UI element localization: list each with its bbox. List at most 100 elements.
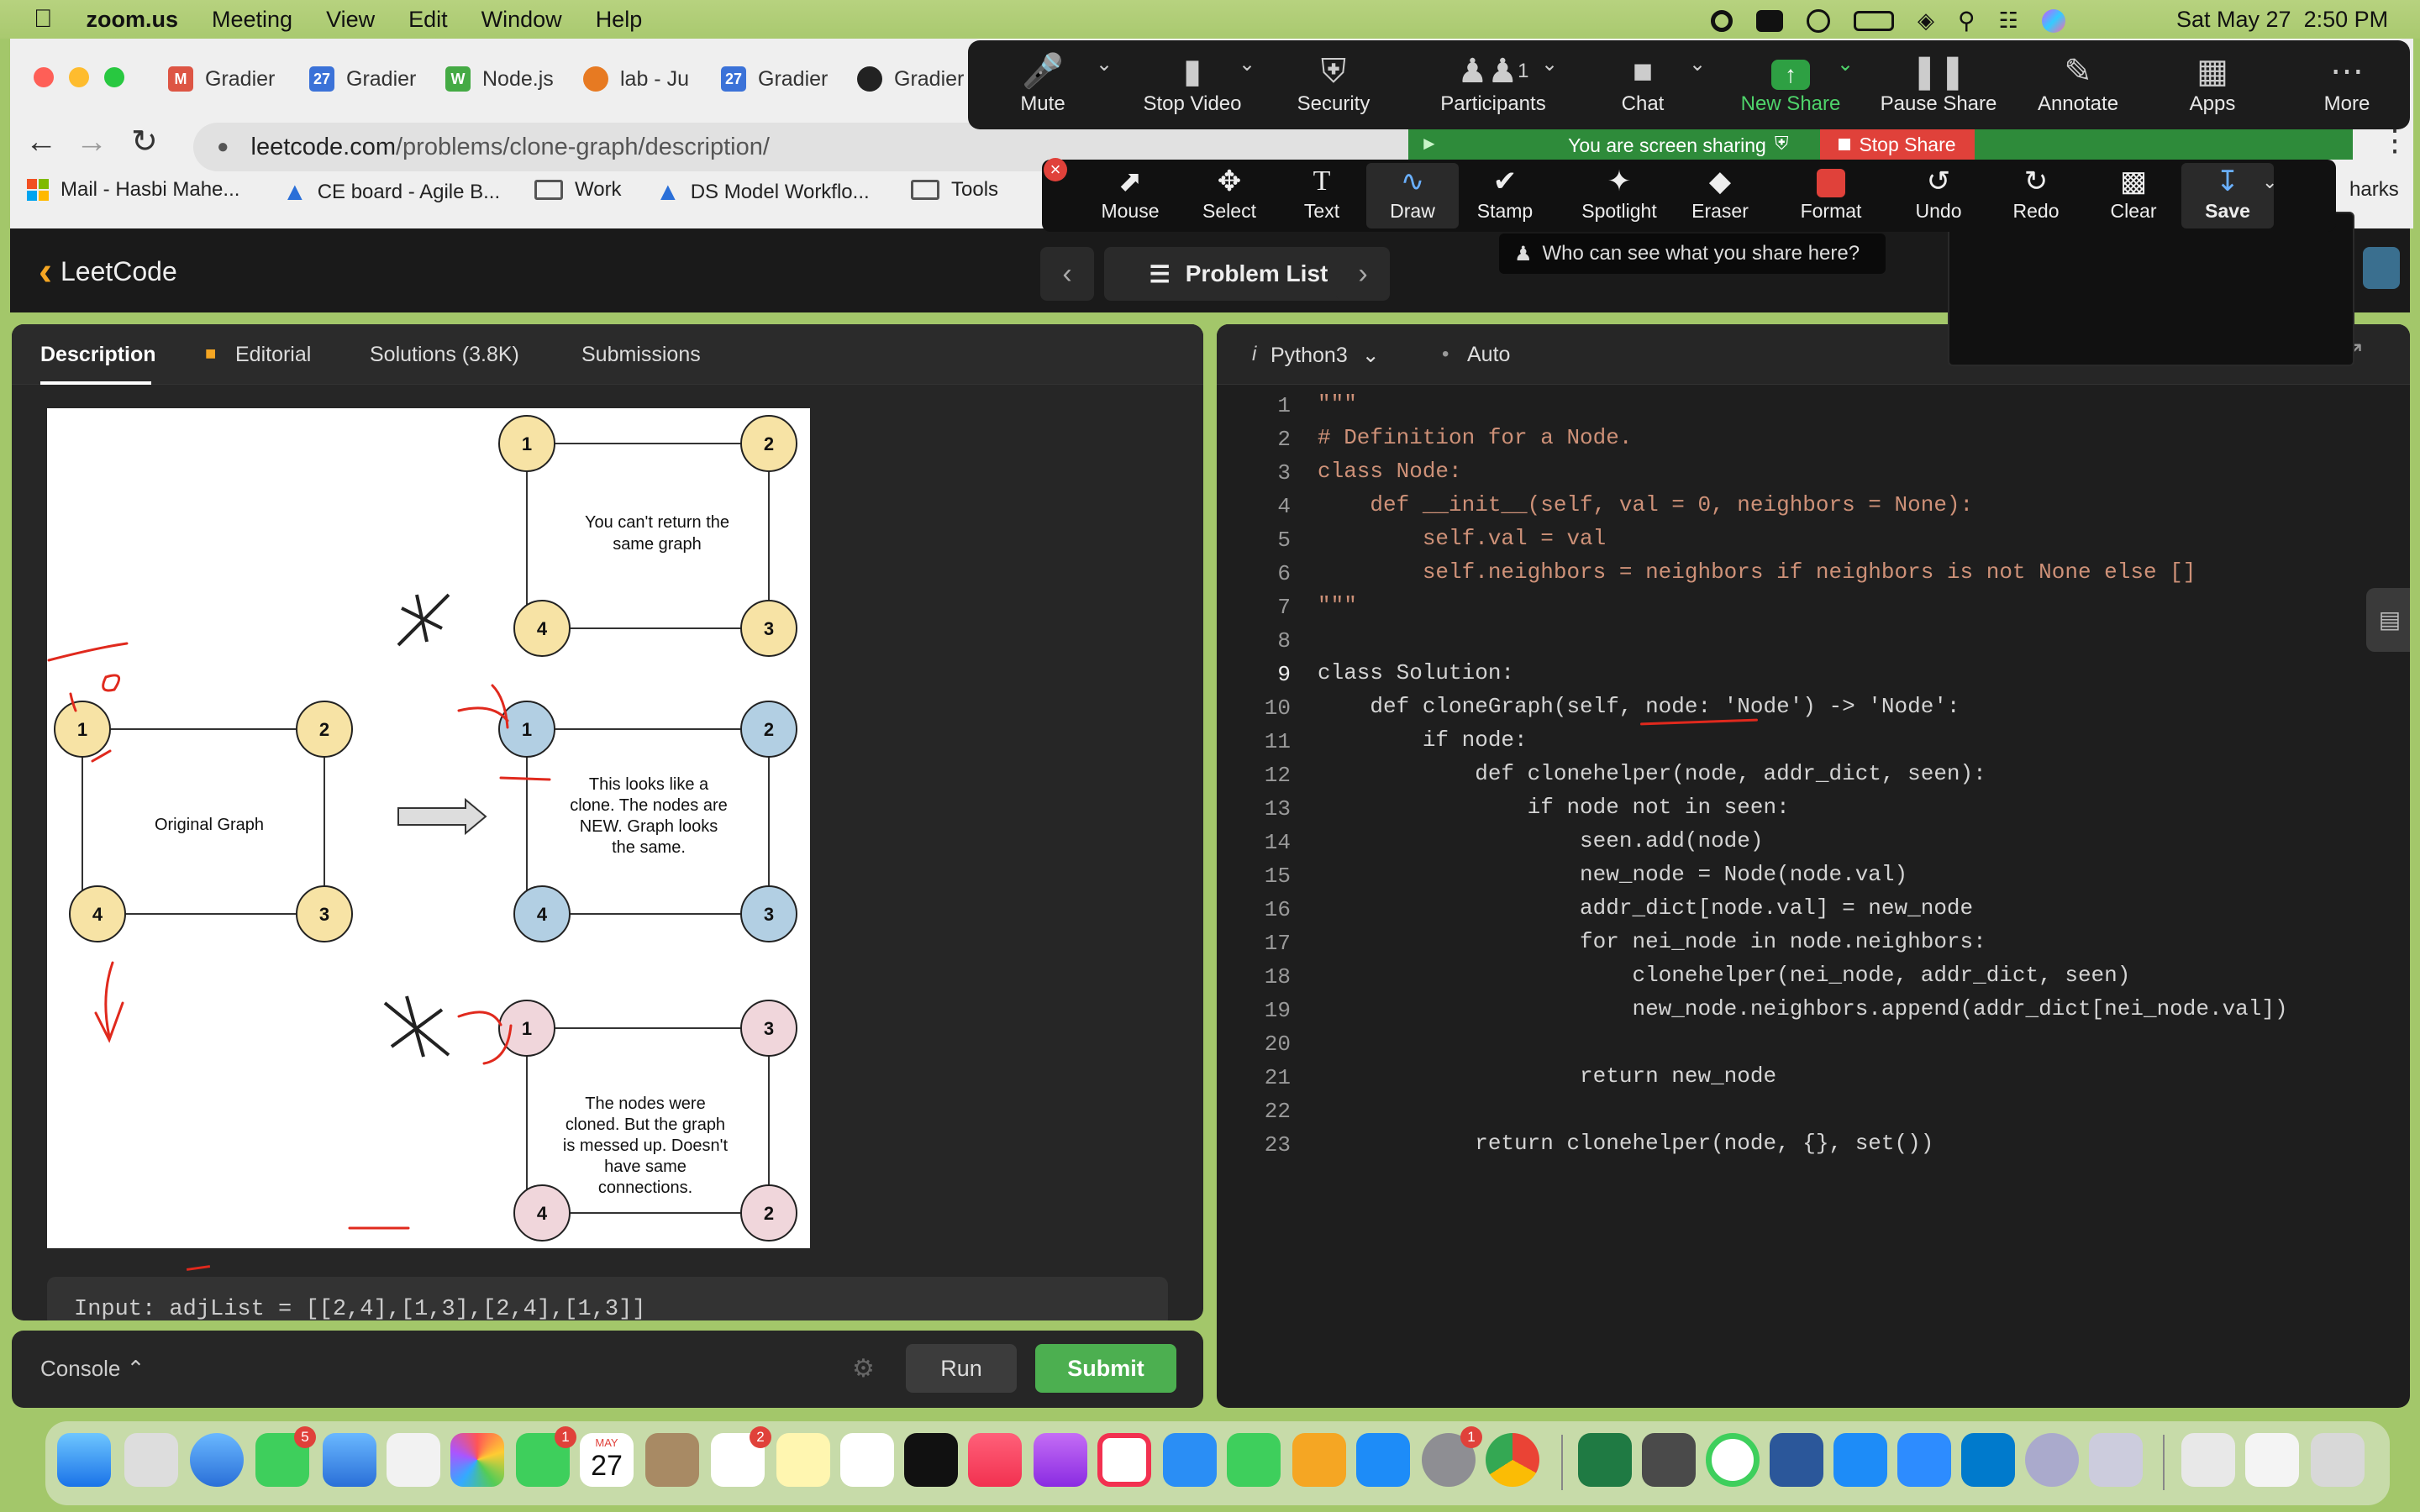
contacts-icon[interactable]: [645, 1433, 699, 1487]
debug-icon[interactable]: ⚙: [852, 1354, 875, 1383]
browser-tab[interactable]: lab - Ju: [583, 59, 689, 99]
chat-button[interactable]: ■ Chat: [1580, 50, 1706, 116]
code-line[interactable]: if node:: [1318, 727, 1528, 753]
lock-icon[interactable]: ●: [217, 135, 229, 159]
notes-icon[interactable]: [776, 1433, 830, 1487]
control-center-icon[interactable]: ☷: [1999, 8, 2018, 34]
pages-icon[interactable]: [1292, 1433, 1346, 1487]
browser-tab[interactable]: Gradier: [857, 59, 964, 99]
auto-label[interactable]: Auto: [1467, 343, 1510, 367]
console-toggle[interactable]: Console ⌃: [40, 1356, 145, 1382]
tool-select[interactable]: ✥ Select: [1183, 163, 1276, 223]
chevron-down-icon[interactable]: ⌄: [1837, 52, 1854, 76]
chevron-down-icon[interactable]: ⌄: [2262, 171, 2277, 193]
excel-icon[interactable]: [1578, 1433, 1632, 1487]
tool-spotlight[interactable]: ✦ Spotlight: [1565, 163, 1674, 223]
problem-list-button[interactable]: ☰ Problem List: [1104, 247, 1373, 301]
bookmark-item[interactable]: ▲ DS Model Workflo...: [655, 178, 870, 207]
preview-icon[interactable]: [2025, 1433, 2079, 1487]
run-button[interactable]: Run: [906, 1344, 1017, 1393]
sublime-text-icon[interactable]: [1642, 1433, 1696, 1487]
menu-app-name[interactable]: zoom.us: [87, 7, 179, 33]
word-icon[interactable]: [1770, 1433, 1823, 1487]
code-line[interactable]: class Solution:: [1318, 660, 1514, 685]
circle-app-icon[interactable]: [1706, 1433, 1760, 1487]
code-line[interactable]: addr_dict[node.val] = new_node: [1318, 895, 1973, 921]
close-icon[interactable]: ×: [1044, 158, 1067, 181]
numbers-icon[interactable]: [1227, 1433, 1281, 1487]
mute-button[interactable]: 🎤 Mute: [980, 50, 1106, 116]
maximize-window-button[interactable]: [104, 67, 124, 87]
code-line[interactable]: if node not in seen:: [1318, 795, 1790, 820]
code-line[interactable]: new_node.neighbors.append(addr_dict[nei_…: [1318, 996, 2287, 1021]
apple-icon[interactable]: : [34, 5, 53, 34]
record-icon[interactable]: [1711, 9, 1733, 32]
browser-tab[interactable]: 27 Gradier: [309, 59, 416, 99]
tool-redo[interactable]: ↻ Redo: [1990, 163, 2082, 223]
tool-stamp[interactable]: ✔ Stamp: [1459, 163, 1551, 223]
tool-mouse[interactable]: ⬈ Mouse: [1084, 163, 1176, 223]
menu-window[interactable]: Window: [481, 7, 562, 33]
zoom-icon[interactable]: [1897, 1433, 1951, 1487]
tool-draw[interactable]: ∿ Draw: [1366, 163, 1459, 228]
menu-edit[interactable]: Edit: [408, 7, 448, 33]
code-line[interactable]: def cloneGraph(self, node: 'Node') -> 'N…: [1318, 694, 1960, 719]
menu-meeting[interactable]: Meeting: [212, 7, 292, 33]
mail-icon[interactable]: [323, 1433, 376, 1487]
code-line[interactable]: seen.add(node): [1318, 828, 1763, 853]
code-line[interactable]: return clonehelper(node, {}, set()): [1318, 1131, 1933, 1156]
code-line[interactable]: self.val = val: [1318, 526, 1606, 551]
launchpad-icon[interactable]: [124, 1433, 178, 1487]
code-line[interactable]: def __init__(self, val = 0, neighbors = …: [1318, 492, 1973, 517]
video-icon[interactable]: [1756, 9, 1783, 32]
close-window-button[interactable]: [34, 67, 54, 87]
side-notes-button[interactable]: ▤: [2366, 588, 2410, 652]
browser-tab[interactable]: 27 Gradier: [721, 59, 828, 99]
code-line[interactable]: # Definition for a Node.: [1318, 425, 1632, 450]
tab-description[interactable]: Description: [40, 343, 156, 367]
tab-editorial[interactable]: Editorial: [235, 343, 311, 367]
submit-button[interactable]: Submit: [1035, 1344, 1176, 1393]
tab-submissions[interactable]: Submissions: [581, 343, 701, 367]
stop-video-button[interactable]: ▮ Stop Video: [1129, 50, 1255, 116]
chrome-icon[interactable]: [1486, 1433, 1539, 1487]
podcasts-icon[interactable]: [1034, 1433, 1087, 1487]
play-icon[interactable]: [1807, 8, 1830, 33]
bookmark-item[interactable]: ▲ CE board - Agile B...: [282, 178, 500, 207]
news-icon[interactable]: [1097, 1433, 1151, 1487]
language-select[interactable]: Python3 ⌄: [1270, 343, 1380, 368]
search-icon[interactable]: ⚲: [1958, 7, 1975, 34]
security-button[interactable]: ⛨ Security: [1270, 50, 1397, 116]
prev-problem-button[interactable]: ‹: [1040, 247, 1094, 301]
safari-icon[interactable]: [190, 1433, 244, 1487]
bookmark-item[interactable]: Tools: [911, 178, 998, 202]
forward-icon[interactable]: →: [76, 124, 108, 160]
screenshot-icon[interactable]: [2089, 1433, 2143, 1487]
maps-icon[interactable]: [387, 1433, 440, 1487]
new-share-button[interactable]: ↑ New Share: [1728, 50, 1854, 116]
bookmark-item[interactable]: harks: [2349, 178, 2399, 202]
chevron-down-icon[interactable]: ⌄: [1541, 52, 1558, 76]
browser-tab[interactable]: W Node.js: [445, 59, 554, 99]
bookmark-item[interactable]: Mail - Hasbi Mahe...: [27, 178, 239, 202]
app-store-icon[interactable]: [1356, 1433, 1410, 1487]
code-line[interactable]: def clonehelper(node, addr_dict, seen):: [1318, 761, 1986, 786]
back-icon[interactable]: ←: [25, 124, 57, 160]
vscode-icon[interactable]: [1961, 1433, 2015, 1487]
apps-button[interactable]: ▦ Apps: [2149, 50, 2275, 116]
reload-icon[interactable]: ↻: [131, 123, 158, 160]
tool-clear[interactable]: ▩ Clear: [2087, 163, 2180, 223]
more-button[interactable]: ⋯ More: [2284, 50, 2410, 116]
avatar[interactable]: [2363, 247, 2400, 289]
leetcode-logo[interactable]: ‹ LeetCode: [39, 249, 177, 295]
siri-icon[interactable]: [2041, 8, 2065, 33]
wifi-icon[interactable]: ◈: [1918, 8, 1934, 34]
chevron-down-icon[interactable]: ⌄: [1689, 52, 1706, 76]
documents-stack-icon[interactable]: [2245, 1433, 2299, 1487]
tool-text[interactable]: T Text: [1276, 163, 1368, 223]
finder-icon[interactable]: [57, 1433, 111, 1487]
code-line[interactable]: class Node:: [1318, 459, 1462, 484]
code-area[interactable]: 1 """ 2 # Definition for a Node. 3 class Node…: [1217, 391, 2410, 1408]
code-line[interactable]: """: [1318, 593, 1357, 618]
chevron-down-icon[interactable]: ⌄: [1096, 52, 1113, 76]
